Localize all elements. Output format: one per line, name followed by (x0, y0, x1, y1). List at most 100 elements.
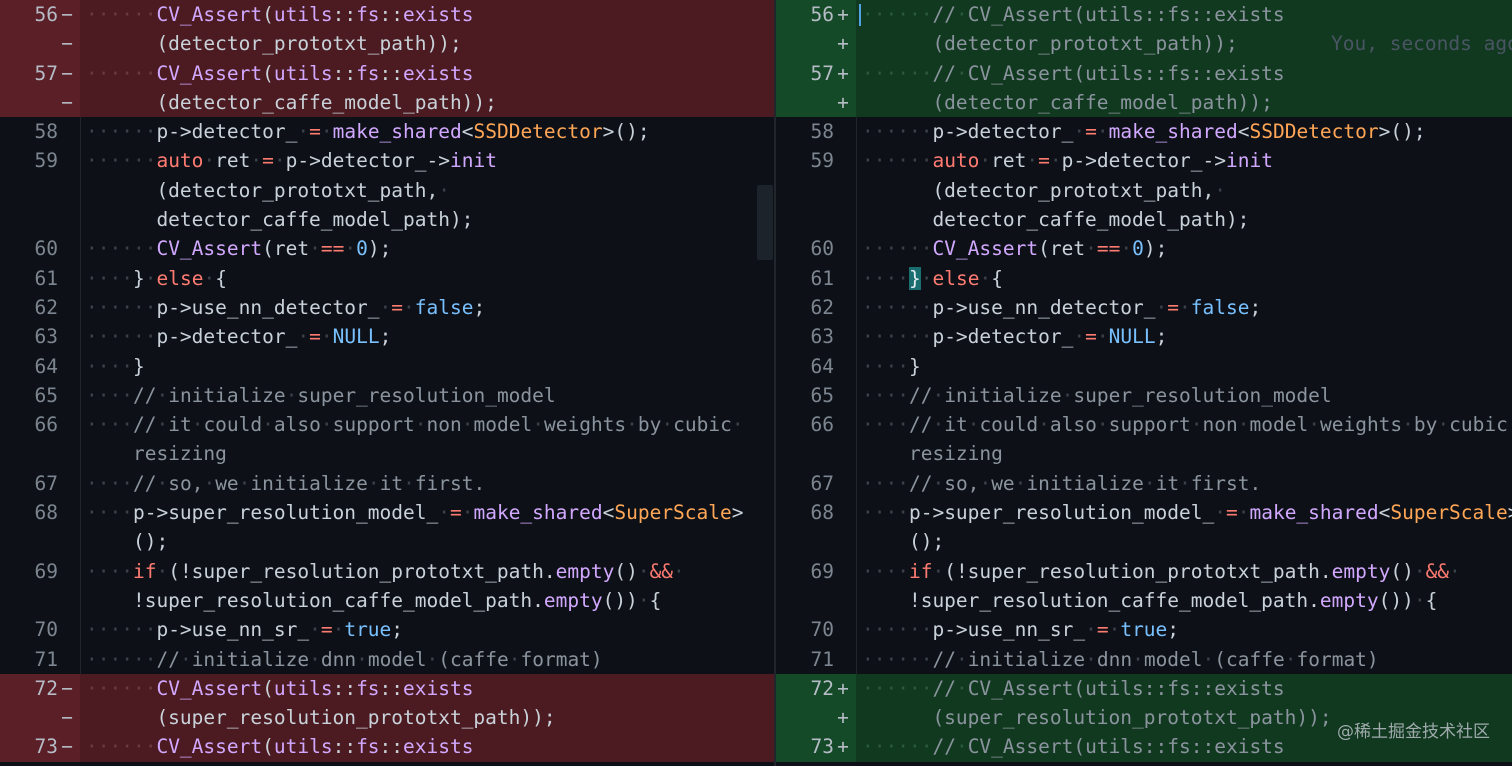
function-token: empty (1319, 588, 1379, 612)
code-line[interactable]: 67 ····//·so,·we·initialize·it·first. (0, 468, 774, 499)
code-line[interactable]: 60 ······CV_Assert(ret·==·0); (776, 234, 1512, 264)
whitespace-marker: ······ (86, 618, 157, 642)
deleted-line[interactable]: 72− ······CV_Assert(utils::fs::exists − (s… (0, 673, 774, 733)
code-text: ······p->detector_·=·NULL; (86, 322, 391, 351)
code-line[interactable]: 58 ······p->detector_·=·make_shared<SSDDe… (0, 117, 774, 147)
keyword-token: else (932, 266, 980, 290)
code-text: (); (86, 527, 168, 556)
comment-token: format) (520, 647, 603, 671)
code-line[interactable]: 62 ······p->use_nn_detector_·=·false; (776, 292, 1512, 323)
code-token: (); (862, 530, 945, 554)
code-line[interactable]: 59 ······auto·ret·=·p->detector_->init (d… (776, 146, 1512, 235)
code-line[interactable]: 59 ······auto·ret·=·p->detector_->init (d… (0, 146, 774, 235)
modified-file-pane[interactable]: 56 + ······//·CV_Assert(utils::fs::exists +… (776, 0, 1512, 766)
whitespace-marker: · (979, 149, 992, 173)
code-line[interactable]: 58 ······p->detector_·=·make_shared<SSDDe… (776, 117, 1512, 147)
code-line[interactable]: 70 ······p->use_nn_sr_·=·true; (776, 615, 1512, 645)
function-token: exists (403, 61, 474, 85)
original-file-pane[interactable]: 56− ······CV_Assert(utils::fs::exists − (d… (0, 0, 774, 766)
whitespace-marker: · (955, 647, 968, 671)
code-line[interactable]: 63 ······p->detector_·=·NULL; (776, 322, 1512, 352)
keyword-token: if (132, 559, 157, 583)
whitespace-marker: ···· (86, 413, 133, 437)
code-text: (super_resolution_prototxt_path)); (86, 703, 555, 732)
whitespace-marker: · (156, 413, 169, 437)
code-text: ····if·(!super_resolution_prototxt_path.… (86, 557, 685, 586)
whitespace-marker: ···· (862, 354, 909, 378)
keyword-token: auto (156, 149, 204, 173)
code-row: 69 ····if·(!super_resolution_prototxt_pat… (0, 557, 774, 586)
code-line[interactable]: 65 ····//·initialize·super_resolution_mod… (776, 380, 1512, 411)
code-line[interactable]: 66 ····//·it·could·also·support·non·model… (0, 410, 774, 469)
whitespace-marker: · (203, 149, 216, 173)
code-token: !super_resolution_caffe_model_path. (86, 588, 544, 612)
deleted-line[interactable]: 56− ······CV_Assert(utils::fs::exists − (d… (0, 0, 774, 59)
whitespace-marker: · (1026, 149, 1039, 173)
whitespace-marker: · (637, 588, 650, 612)
code-line[interactable]: 61 ····}·else·{ (776, 263, 1512, 293)
deleted-line[interactable]: 73− ······CV_Assert(utils::fs::exists (0, 732, 774, 762)
code-line[interactable]: 71 ······//·initialize·dnn·model·(caffe·f… (776, 644, 1512, 674)
line-number: 60 (34, 237, 58, 261)
whitespace-marker: ···· (86, 501, 133, 525)
line-number: 64 (34, 354, 58, 378)
code-line[interactable]: 67 ····//·so,·we·initialize·it·first. (776, 468, 1512, 499)
whitespace-marker: · (1237, 501, 1250, 525)
whitespace-marker: · (461, 501, 474, 525)
code-token: p->detector_ (156, 120, 298, 144)
comment-token: format) (1296, 647, 1379, 671)
comment-token: // (932, 735, 956, 759)
whitespace-marker: · (1085, 618, 1097, 642)
code-row: 64 ····} (776, 352, 1512, 381)
deleted-line[interactable]: 57− ······CV_Assert(utils::fs::exists − (d… (0, 58, 774, 118)
code-token: p->detector_-> (1061, 149, 1227, 173)
code-line[interactable]: 63 ······p->detector_·=·NULL; (0, 322, 774, 352)
code-row: 60 ······CV_Assert(ret·==·0); (776, 234, 1512, 263)
whitespace-marker: ······ (862, 676, 933, 700)
code-line[interactable]: 69 ····if·(!super_resolution_prototxt_pat… (0, 556, 774, 616)
code-line[interactable]: 69 ····if·(!super_resolution_prototxt_pat… (776, 556, 1512, 616)
left-pane-scrollbar[interactable] (757, 185, 773, 260)
comment-token: initialize (191, 647, 310, 671)
whitespace-marker: · (1237, 413, 1250, 437)
code-line[interactable]: 64 ····} (0, 351, 774, 381)
comment-token: initialize (250, 471, 368, 495)
code-token: p->detector_ (932, 120, 1074, 144)
code-line[interactable]: 68 ····p->super_resolution_model_·=·make_… (776, 498, 1512, 557)
code-text: ······//·CV_Assert(utils::fs::exists (862, 674, 1285, 703)
whitespace-marker: · (1155, 295, 1168, 319)
whitespace-marker: · (1061, 383, 1074, 407)
code-line[interactable]: 71 ······//·initialize·dnn·model·(caffe·f… (0, 644, 774, 674)
deletion-marker: − (61, 735, 73, 759)
code-line[interactable]: 62 ······p->use_nn_detector_·=·false; (0, 292, 774, 323)
code-line[interactable]: 65 ····//·initialize·super_resolution_mod… (0, 380, 774, 411)
code-line[interactable]: 70 ······p->use_nn_sr_·=·true; (0, 615, 774, 645)
code-text: ····} (862, 352, 921, 381)
watermark: @稀土掘金技术社区 (1337, 722, 1490, 742)
function-token: fs (356, 676, 380, 700)
code-text: ······p->detector_·=·make_shared<SSDDete… (862, 117, 1426, 146)
line-number: 72 (810, 676, 834, 700)
code-token: (!super_resolution_prototxt_path. (944, 559, 1332, 583)
code-token: ()) (602, 588, 638, 612)
function-token: make_shared (1249, 501, 1379, 525)
constant-token: false (1190, 295, 1250, 319)
whitespace-marker: · (1096, 325, 1109, 349)
whitespace-marker: · (1413, 559, 1426, 583)
code-line[interactable]: 68 ····p->super_resolution_model_·=·make_… (0, 498, 774, 557)
type-token: SuperScale (614, 501, 732, 525)
wrapped-row: detector_caffe_model_path); (0, 205, 774, 234)
whitespace-marker: ······ (86, 61, 157, 85)
added-line[interactable]: 56 + ······//·CV_Assert(utils::fs::exists +… (776, 0, 1512, 59)
comment-token: non (1202, 413, 1238, 437)
line-number: 66 (34, 413, 58, 437)
code-line[interactable]: 60 ······CV_Assert(ret·==·0); (0, 234, 774, 264)
code-line[interactable]: 64 ····} (776, 351, 1512, 381)
code-text: resizing (86, 439, 227, 468)
added-line[interactable]: 57 + ······//·CV_Assert(utils::fs::exists +… (776, 58, 1512, 118)
code-line[interactable]: 61 ····}·else·{ (0, 263, 774, 293)
code-token: (detector_caffe_model_path)); (86, 90, 497, 114)
code-line[interactable]: 66 ····//·it·could·also·support·non·model… (776, 410, 1512, 469)
code-row: 60 ······CV_Assert(ret·==·0); (0, 234, 774, 263)
function-token: empty (1331, 559, 1391, 583)
